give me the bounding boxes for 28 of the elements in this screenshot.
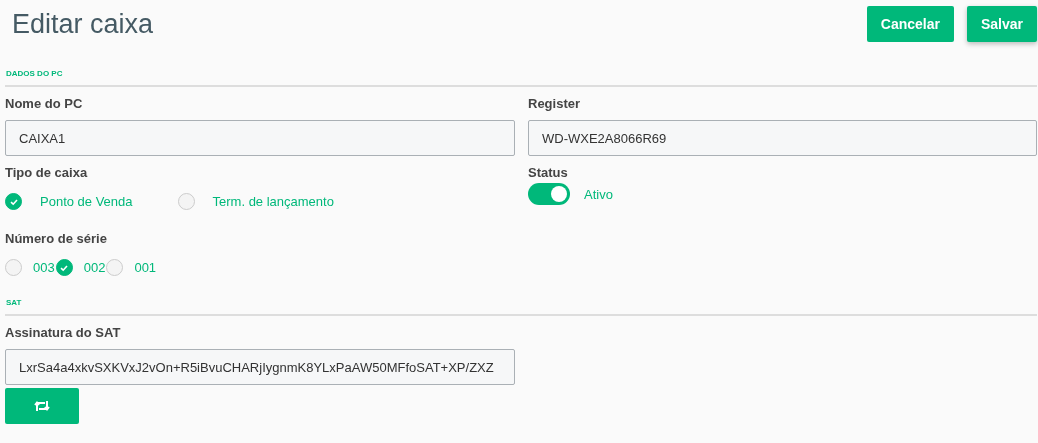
action-button[interactable]: Salvar <box>966 6 1037 42</box>
refresh-icon <box>34 400 50 412</box>
toggle-switch[interactable] <box>528 183 570 205</box>
field-label: Assinatura do SAT <box>5 325 121 340</box>
radio-label[interactable]: Ponto de Venda <box>40 194 133 209</box>
radio-label[interactable]: 002 <box>83 260 106 275</box>
radio-button[interactable] <box>55 259 73 276</box>
radio-button[interactable] <box>5 259 22 276</box>
field-label: Número de série <box>5 231 107 246</box>
radio-label[interactable]: 001 <box>134 260 157 275</box>
radio-label[interactable]: 003 <box>33 260 55 275</box>
page-title: Editar caixa <box>12 9 154 40</box>
field-label: Tipo de caixa <box>5 165 88 180</box>
toggle-label: Ativo <box>584 186 613 202</box>
radio-button[interactable] <box>177 193 195 210</box>
radio-button[interactable] <box>5 193 22 210</box>
field-label: Register <box>528 96 581 111</box>
radio-button[interactable] <box>106 259 124 276</box>
field-label: Status <box>528 165 568 180</box>
action-button[interactable]: Cancelar <box>866 6 954 42</box>
field-label: Nome do PC <box>5 96 83 111</box>
input-field[interactable]: LxrSa4a4xkvSXKVxJ2vOn+R5iBvuCHARjIygnmK8YLxPaAW50MFfoSAT+XP/ZXZ <box>5 349 515 385</box>
input-field[interactable]: WD-WXE2A8066R69 <box>528 120 1037 156</box>
section-heading: SAT <box>6 298 22 307</box>
refresh-button[interactable] <box>5 388 79 424</box>
input-field[interactable]: CAIXA1 <box>5 120 515 156</box>
section-heading: DADOS DO PC <box>6 69 63 78</box>
radio-label[interactable]: Term. de lançamento <box>212 194 334 209</box>
